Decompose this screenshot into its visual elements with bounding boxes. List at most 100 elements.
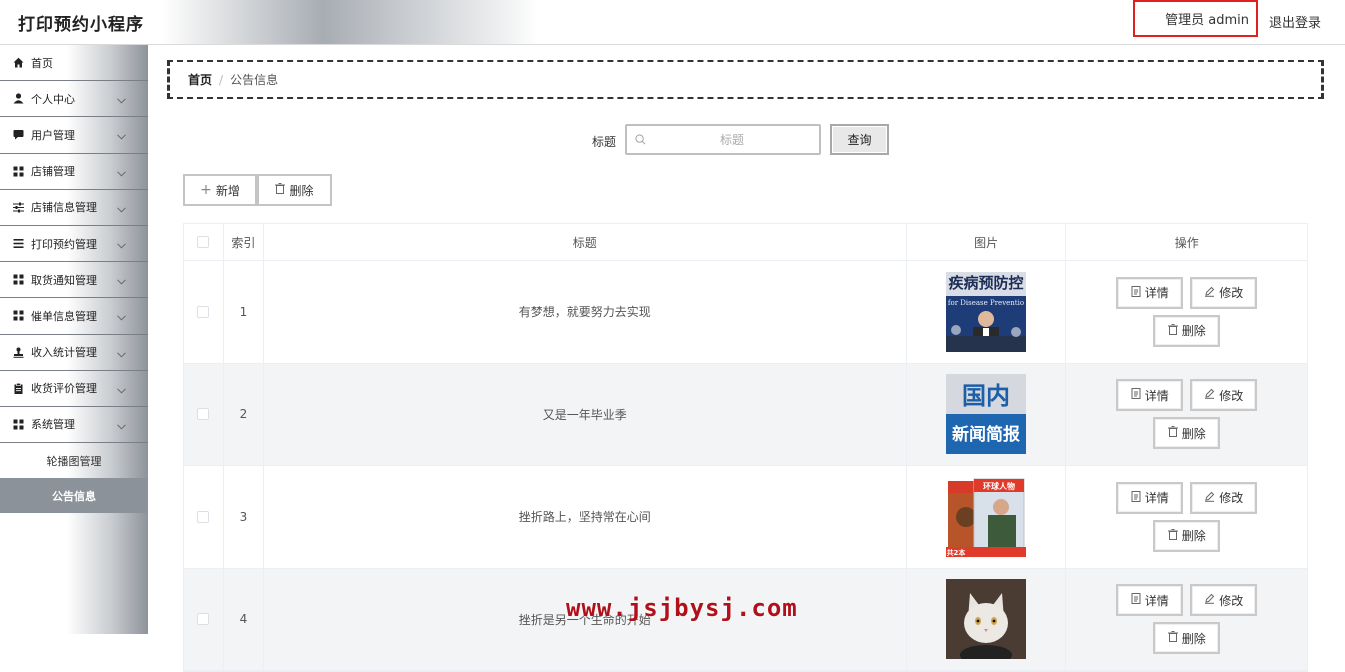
- chevron-down-icon: [117, 310, 126, 324]
- sidebar-item-5[interactable]: 打印预约管理: [0, 226, 148, 263]
- row-delete-button[interactable]: 删除: [1153, 622, 1221, 655]
- row-operations: 详情 修改删除: [1066, 466, 1307, 568]
- search-field[interactable]: [625, 124, 821, 155]
- trash-icon: [1167, 631, 1178, 645]
- grid-icon: [12, 165, 24, 177]
- chevron-down-icon: [117, 129, 126, 143]
- sidebar-item-label: 取货通知管理: [31, 273, 97, 287]
- clipboard-icon: [12, 382, 24, 394]
- sidebar-item-8[interactable]: 收入统计管理: [0, 335, 148, 371]
- row-delete-label: 删除: [1181, 324, 1206, 339]
- grid-icon: [12, 418, 24, 430]
- sidebar-item-2[interactable]: 用户管理: [0, 117, 148, 154]
- header-image: 图片: [907, 224, 1067, 260]
- row-operations: 详情 修改删除: [1066, 364, 1307, 466]
- edit-button[interactable]: 修改: [1190, 276, 1258, 309]
- select-all-checkbox[interactable]: [197, 236, 210, 248]
- table-row: 1 有梦想，就要努力去实现 疾病预防控 for Disease Preventio 详情…: [184, 261, 1307, 364]
- watermark: www.jsjbysj.com: [566, 594, 798, 622]
- header-select-all-cell: [184, 224, 224, 260]
- sidebar-item-label: 店铺管理: [31, 165, 75, 179]
- row-select-cell: [184, 363, 224, 465]
- sidebar-item-label: 系统管理: [31, 418, 75, 432]
- sidebar-item-6[interactable]: 取货通知管理: [0, 262, 148, 299]
- table-row: 2 又是一年毕业季 国内 新闻简报 详情 修改 删除: [184, 363, 1307, 466]
- sidebar-item-label: 用户管理: [31, 128, 75, 142]
- sidebar-item-9[interactable]: 收货评价管理: [0, 371, 148, 407]
- sidebar-item-label: 店铺信息管理: [31, 201, 97, 215]
- row-image-cell: 环球人物共2本: [907, 466, 1067, 568]
- sidebar-item-10[interactable]: 系统管理: [0, 407, 148, 444]
- thumb3-title: 环球人物: [983, 481, 1015, 491]
- sliders-icon: [12, 201, 24, 213]
- sidebar-item-label: 打印预约管理: [31, 237, 97, 251]
- detail-button[interactable]: 详情: [1116, 584, 1184, 617]
- row-image-cell: 国内 新闻简报: [907, 363, 1067, 465]
- disease-prevention-press-photo[interactable]: 疾病预防控 for Disease Preventio: [946, 271, 1027, 352]
- edit-icon: [1204, 388, 1215, 402]
- row-delete-button[interactable]: 删除: [1153, 314, 1221, 347]
- row-checkbox[interactable]: [197, 408, 210, 421]
- row-index: 3: [224, 466, 264, 568]
- domestic-news-briefing[interactable]: 国内 新闻简报: [946, 374, 1027, 455]
- row-select-cell: [184, 466, 224, 568]
- app-title: 打印预约小程序: [18, 15, 144, 35]
- magazine-covers[interactable]: 环球人物共2本: [946, 476, 1027, 557]
- detail-button[interactable]: 详情: [1116, 379, 1184, 412]
- detail-label: 详情: [1144, 491, 1169, 506]
- trash-icon: [275, 183, 286, 197]
- row-checkbox[interactable]: [197, 510, 210, 523]
- cat-photo[interactable]: [946, 579, 1027, 660]
- chevron-down-icon: [117, 383, 126, 397]
- home-icon: [12, 57, 24, 69]
- breadcrumb-home[interactable]: 首页: [188, 71, 212, 88]
- sidebar-subitem-0[interactable]: 轮播图管理: [0, 443, 148, 478]
- batch-delete-button[interactable]: 删除: [257, 174, 332, 206]
- sidebar-subitem-1[interactable]: 公告信息: [0, 478, 148, 514]
- edit-button[interactable]: 修改: [1190, 379, 1258, 412]
- row-delete-button[interactable]: 删除: [1153, 417, 1221, 450]
- sidebar-item-0[interactable]: 首页: [0, 45, 148, 82]
- list-icon: [12, 238, 24, 250]
- add-button[interactable]: + 新增: [183, 174, 257, 206]
- edit-icon: [1204, 491, 1215, 505]
- chevron-down-icon: [117, 166, 126, 180]
- row-image-cell: [907, 568, 1067, 670]
- plus-icon: +: [200, 182, 212, 198]
- row-operations: 详情 修改删除: [1066, 261, 1307, 363]
- chevron-down-icon: [117, 347, 126, 361]
- user-icon: [12, 93, 24, 105]
- breadcrumb: 首页 / 公告信息: [167, 60, 1324, 99]
- sidebar-item-label: 首页: [31, 56, 53, 70]
- document-icon: [1131, 593, 1141, 607]
- grid-icon: [12, 310, 24, 322]
- breadcrumb-separator: /: [219, 72, 224, 87]
- query-button[interactable]: 查询: [830, 124, 889, 155]
- edit-button[interactable]: 修改: [1190, 481, 1258, 514]
- row-checkbox[interactable]: [197, 613, 210, 626]
- breadcrumb-current: 公告信息: [230, 73, 279, 87]
- document-icon: [1131, 490, 1141, 505]
- thumb3-footer: 共2本: [947, 548, 966, 557]
- detail-label: 详情: [1144, 593, 1169, 608]
- sidebar-item-4[interactable]: 店铺信息管理: [0, 190, 148, 226]
- row-delete-button[interactable]: 删除: [1153, 519, 1221, 552]
- delete-button-label: 删除: [289, 183, 314, 198]
- chevron-down-icon: [117, 274, 126, 288]
- sidebar-item-3[interactable]: 店铺管理: [0, 154, 148, 190]
- detail-button[interactable]: 详情: [1116, 276, 1184, 309]
- row-image-cell: 疾病预防控 for Disease Preventio: [907, 261, 1067, 363]
- chevron-down-icon: [117, 419, 126, 433]
- row-checkbox[interactable]: [197, 305, 210, 318]
- admin-user-label[interactable]: 管理员 admin: [1133, 0, 1258, 37]
- sidebar-item-7[interactable]: 催单信息管理: [0, 298, 148, 335]
- search-input[interactable]: [657, 132, 807, 147]
- sidebar-item-1[interactable]: 个人中心: [0, 81, 148, 118]
- row-index: 2: [224, 363, 264, 465]
- thumb1-line1: 疾病预防控: [949, 274, 1024, 292]
- detail-button[interactable]: 详情: [1116, 481, 1184, 514]
- edit-button[interactable]: 修改: [1190, 584, 1258, 617]
- row-title: 有梦想，就要努力去实现: [264, 261, 907, 363]
- row-delete-label: 删除: [1181, 529, 1206, 544]
- logout-link[interactable]: 退出登录: [1269, 12, 1321, 31]
